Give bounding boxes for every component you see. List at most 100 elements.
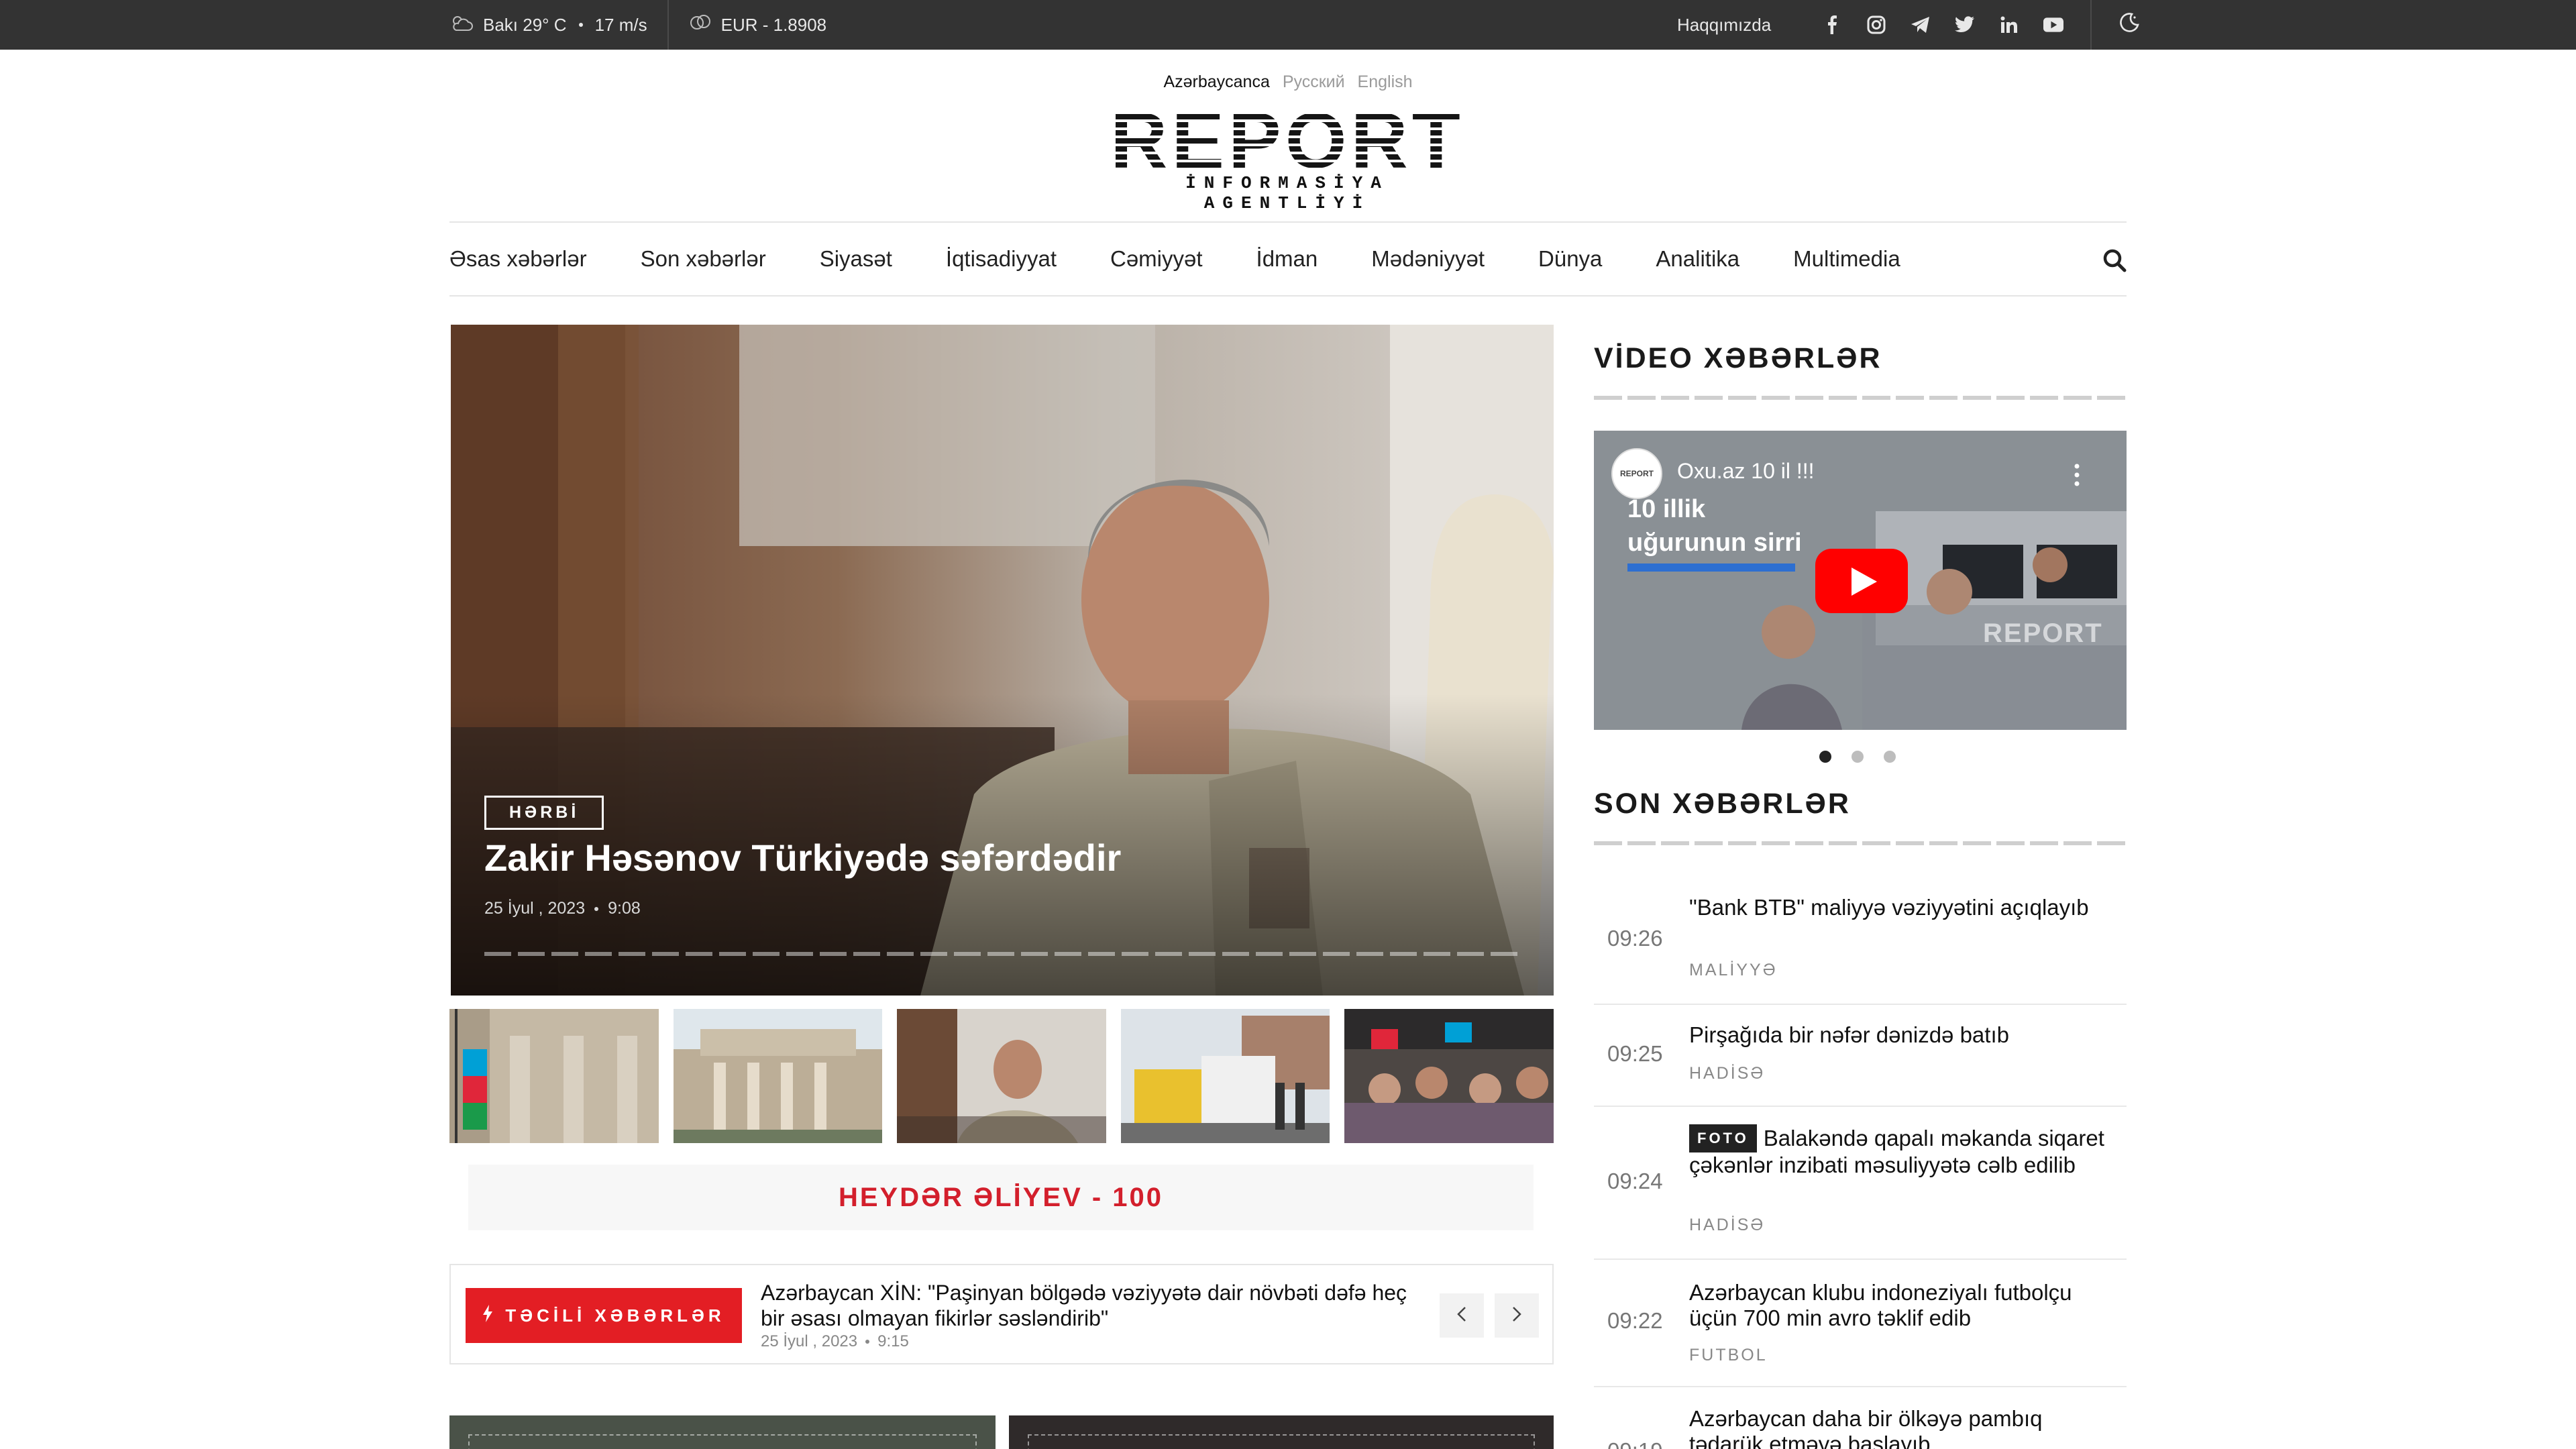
heading-rule: [1594, 841, 2127, 845]
separator-dot: [865, 1340, 870, 1344]
news-category[interactable]: MALİYYƏ: [1689, 961, 1778, 980]
carousel-dot[interactable]: [1851, 751, 1864, 763]
svg-text:REPORT: REPORT: [1110, 106, 1464, 172]
news-category[interactable]: FUTBOL: [1689, 1346, 1768, 1365]
instagram-icon[interactable]: [1866, 15, 1886, 35]
hero-title[interactable]: Zakir Həsənov Türkiyədə səfərdədir: [484, 836, 1121, 879]
divider: [2090, 0, 2092, 50]
nav-item-main-news[interactable]: Əsas xəbərlər: [449, 246, 587, 272]
more-options-icon[interactable]: [2074, 463, 2080, 487]
news-title[interactable]: Azərbaycan daha bir ölkəyə pambıq tədarü…: [1689, 1406, 2118, 1449]
weather-widget: Bakı 29° C 17 m/s: [449, 0, 647, 50]
video-player[interactable]: REPORT Oxu.az 10 il !!! 10 illik uğurunu…: [1594, 431, 2127, 730]
logo-wordmark: REPORT: [1110, 106, 1464, 172]
cloud-sun-icon: [449, 13, 474, 38]
thumbnail-2[interactable]: [673, 1009, 883, 1143]
previous-button[interactable]: [1440, 1293, 1484, 1338]
news-time: 09:26: [1607, 926, 1663, 951]
news-category[interactable]: HADİSƏ: [1689, 1216, 1765, 1235]
lightning-icon: [482, 1304, 493, 1327]
language-option-ru[interactable]: Русский: [1283, 72, 1345, 91]
article-card[interactable]: [1009, 1415, 1554, 1449]
breaking-date: 25 İyul , 2023: [761, 1332, 858, 1350]
youtube-icon[interactable]: [2043, 15, 2064, 35]
video-overlay-line2: uğurunun sirri: [1627, 529, 1802, 557]
nav-item-world[interactable]: Dünya: [1538, 246, 1602, 272]
language-switcher: Azərbaycanca Русский English: [0, 72, 2576, 92]
news-time: 09:22: [1607, 1308, 1663, 1333]
breaking-meta: 25 İyul , 2023 9:15: [761, 1332, 909, 1351]
card-frame: [468, 1434, 977, 1449]
news-item[interactable]: 09:24 FOTO Balakəndə qapalı məkanda siqar…: [1594, 1107, 2127, 1260]
divider: [667, 0, 669, 50]
thumbnail-1[interactable]: [449, 1009, 659, 1143]
site-logo[interactable]: REPORT İNFORMASİYA AGENTLİYİ: [1097, 106, 1477, 213]
logo-subtitle: İNFORMASİYA AGENTLİYİ: [1185, 173, 1389, 213]
news-category[interactable]: HADİSƏ: [1689, 1064, 1765, 1083]
hero-article[interactable]: HƏRBİ Zakir Həsənov Türkiyədə səfərdədir…: [451, 325, 1554, 996]
news-title[interactable]: "Bank BTB" maliyyə vəziyyətini açıqlayıb: [1689, 895, 2118, 920]
category-tag[interactable]: HƏRBİ: [484, 796, 604, 830]
thumbnail-3[interactable]: [897, 1009, 1106, 1143]
breaking-time: 9:15: [877, 1332, 909, 1350]
nav-item-analytics[interactable]: Analitika: [1656, 246, 1739, 272]
nav-item-multimedia[interactable]: Multimedia: [1793, 246, 1900, 272]
separator-dot: [594, 906, 599, 911]
news-time: 09:25: [1607, 1041, 1663, 1066]
video-watermark: REPORT: [1983, 619, 2103, 648]
nav-item-economy[interactable]: İqtisadiyyat: [946, 246, 1057, 272]
channel-avatar[interactable]: REPORT: [1611, 448, 1662, 499]
nav-item-politics[interactable]: Siyasət: [820, 246, 892, 272]
nav-item-latest-news[interactable]: Son xəbərlər: [641, 246, 766, 272]
video-title[interactable]: Oxu.az 10 il !!!: [1677, 459, 1815, 484]
news-item[interactable]: 09:19 Azərbaycan daha bir ölkəyə pambıq …: [1594, 1387, 2127, 1449]
search-icon[interactable]: [2102, 248, 2127, 272]
hero-meta: 25 İyul , 2023 9:08: [484, 899, 641, 918]
news-title[interactable]: FOTO Balakəndə qapalı məkanda siqaret çək…: [1689, 1124, 2118, 1178]
article-card[interactable]: [449, 1415, 996, 1449]
moon-icon[interactable]: [2118, 12, 2140, 38]
news-time: 09:24: [1607, 1169, 1663, 1193]
telegram-icon[interactable]: [1911, 15, 1931, 35]
nav-item-sport[interactable]: İdman: [1256, 246, 1318, 272]
hero-time: 9:08: [608, 899, 641, 918]
news-title[interactable]: Pirşağıda bir nəfər dənizdə batıb: [1689, 1022, 2118, 1048]
currency-icon: [689, 13, 712, 38]
news-title[interactable]: Azərbaycan klubu indoneziyalı futbolçu ü…: [1689, 1280, 2118, 1331]
carousel-dot[interactable]: [1884, 751, 1896, 763]
currency-text: EUR - 1.8908: [720, 14, 827, 35]
breaking-news-label: TƏCİLİ XƏBƏRLƏR: [505, 1305, 725, 1326]
breaking-news-button[interactable]: TƏCİLİ XƏBƏRLƏR: [466, 1288, 742, 1343]
nav-item-culture[interactable]: Mədəniyyət: [1371, 246, 1485, 272]
thumbnail-5[interactable]: [1344, 1009, 1554, 1143]
video-news-heading: VİDEO XƏBƏRLƏR: [1594, 342, 1882, 374]
nav-item-society[interactable]: Cəmiyyət: [1110, 246, 1203, 272]
top-bar-right: Haqqımızda: [1677, 0, 2140, 50]
heydar-aliyev-banner[interactable]: HEYDƏR ƏLİYEV - 100: [468, 1165, 1534, 1230]
about-link[interactable]: Haqqımızda: [1677, 15, 1771, 36]
photo-badge: FOTO: [1689, 1124, 1757, 1152]
next-button[interactable]: [1495, 1293, 1539, 1338]
banner-label: HEYDƏR ƏLİYEV - 100: [838, 1182, 1164, 1212]
thumbnail-4[interactable]: [1120, 1009, 1330, 1143]
news-item[interactable]: 09:22 Azərbaycan klubu indoneziyalı futb…: [1594, 1260, 2127, 1387]
breaking-headline[interactable]: Azərbaycan XİN: "Paşinyan bölgədə vəziyy…: [761, 1280, 1432, 1331]
hero-image: [451, 325, 1554, 996]
news-item[interactable]: 09:26 "Bank BTB" maliyyə vəziyyətini açı…: [1594, 869, 2127, 1005]
linkedin-icon[interactable]: [1999, 15, 2019, 35]
breaking-news-bar: TƏCİLİ XƏBƏRLƏR Azərbaycan XİN: "Paşinya…: [449, 1264, 1554, 1364]
main-navigation: Əsas xəbərlər Son xəbərlər Siyasət İqtis…: [449, 221, 2127, 297]
language-option-az[interactable]: Azərbaycanca: [1163, 72, 1269, 91]
chevron-right-icon: [1512, 1306, 1521, 1326]
news-item[interactable]: 09:25 Pirşağıda bir nəfər dənizdə batıb …: [1594, 1005, 2127, 1107]
hero-thumbnails: [449, 1009, 1554, 1143]
social-links: [1822, 15, 2064, 35]
language-option-en[interactable]: English: [1358, 72, 1413, 91]
twitter-icon[interactable]: [1955, 15, 1975, 35]
chevron-left-icon: [1457, 1306, 1466, 1326]
play-button[interactable]: [1815, 549, 1908, 613]
facebook-icon[interactable]: [1822, 15, 1842, 35]
heading-rule: [1594, 396, 2127, 400]
carousel-dot[interactable]: [1819, 751, 1831, 763]
wind-text: 17 m/s: [594, 14, 647, 35]
